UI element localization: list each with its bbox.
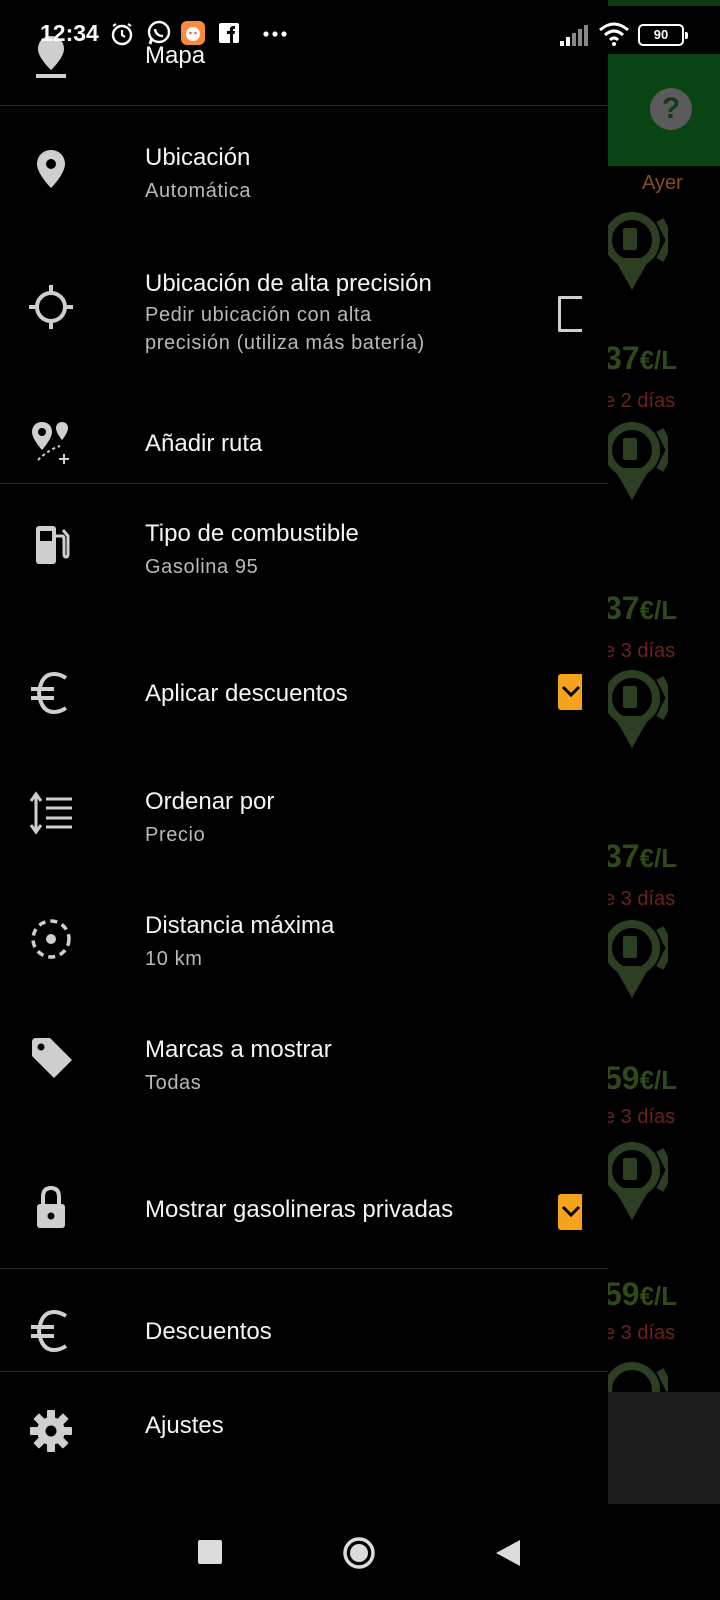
navigation-drawer: Mapa Ubicación Automática Ubicación de a… (0, 0, 608, 1504)
bg-price: 37€/L (604, 838, 678, 874)
signal-icon (560, 25, 588, 46)
bg-ago: e 3 días (604, 1322, 676, 1344)
drawer-item-fuel-type[interactable]: Tipo de combustible Gasolina 95 (0, 508, 608, 598)
drawer-item-location[interactable]: Ubicación Automática (0, 130, 608, 220)
fuel-station-pin-icon (604, 670, 668, 748)
drawer-item-add-route[interactable]: Añadir ruta (0, 410, 608, 480)
drawer-item-label: Aplicar descuentos (145, 680, 348, 707)
drawer-item-apply-discounts[interactable]: Aplicar descuentos (0, 658, 608, 728)
drawer-item-brands[interactable]: Marcas a mostrar Todas (0, 1024, 608, 1114)
apply-discounts-checkbox[interactable] (558, 674, 582, 710)
drawer-item-high-precision-location[interactable]: Ubicación de alta precisión Pedir ubicac… (0, 256, 608, 366)
home-button[interactable] (342, 1536, 376, 1570)
drawer-item-sort-by[interactable]: Ordenar por Precio (0, 776, 608, 866)
bg-app-header: ? (598, 54, 720, 166)
wifi-icon (599, 22, 629, 46)
show-private-stations-checkbox[interactable] (558, 1194, 582, 1230)
fuel-pump-icon (28, 522, 74, 568)
bg-ago: e 3 días (604, 888, 676, 910)
recents-button[interactable] (198, 1540, 222, 1564)
crosshair-icon (28, 284, 74, 330)
whatsapp-icon (147, 20, 171, 45)
drawer-item-label: Ubicación (145, 144, 251, 171)
fuel-station-pin-icon (604, 1362, 668, 1394)
sort-icon (28, 790, 74, 836)
euro-icon (28, 670, 74, 716)
tag-icon (28, 1036, 74, 1082)
status-time: 12:34 (40, 20, 99, 46)
status-bar: 12:34 90 (0, 0, 720, 60)
drawer-item-description-line1: Pedir ubicación con alta (145, 304, 372, 326)
drawer-item-value: 10 km (145, 948, 203, 970)
bg-bottom-panel (598, 1392, 720, 1504)
drawer-item-label: Mostrar gasolineras privadas (145, 1196, 454, 1223)
fuel-station-pin-icon (604, 1142, 668, 1220)
back-button[interactable] (494, 1538, 522, 1568)
location-pin-icon (28, 146, 74, 192)
fuel-station-pin-icon (604, 212, 668, 290)
divider (0, 483, 608, 484)
lock-icon (28, 1184, 74, 1230)
drawer-item-value: Todas (145, 1072, 202, 1094)
divider (0, 1371, 608, 1372)
drawer-item-show-private-stations[interactable]: Mostrar gasolineras privadas (0, 1174, 608, 1244)
drawer-item-value: Automática (145, 180, 252, 202)
divider (0, 105, 608, 106)
drawer-item-description-line2: precisión (utiliza más batería) (145, 332, 425, 354)
bg-ago: e 3 días (604, 640, 676, 662)
help-icon[interactable]: ? (650, 88, 692, 130)
drawer-item-label: Tipo de combustible (145, 520, 359, 547)
drawer-item-label: Ubicación de alta precisión (145, 270, 432, 297)
drawer-item-value: Gasolina 95 (145, 556, 259, 578)
battery-icon: 90 (638, 24, 688, 46)
gear-icon (28, 1408, 74, 1454)
high-precision-checkbox[interactable] (558, 296, 582, 332)
fuel-station-pin-icon (604, 422, 668, 500)
alarm-icon (111, 23, 133, 46)
more-icon (263, 31, 287, 37)
drawer-item-label: Marcas a mostrar (145, 1036, 332, 1063)
drawer-item-max-distance[interactable]: Distancia máxima 10 km (0, 900, 608, 990)
euro-icon (28, 1308, 74, 1354)
drawer-item-value: Precio (145, 824, 206, 846)
drawer-item-settings[interactable]: Ajustes (0, 1396, 608, 1476)
drawer-item-label: Añadir ruta (145, 430, 263, 457)
drawer-item-label: Ordenar por (145, 788, 275, 815)
app-icon (181, 21, 205, 45)
bg-ago: e 3 días (604, 1106, 676, 1128)
drawer-item-discounts[interactable]: Descuentos (0, 1296, 608, 1370)
bg-price: 37€/L (604, 340, 678, 376)
bg-yesterday-label: Ayer (642, 172, 683, 194)
system-navigation-bar (0, 1504, 720, 1600)
drawer-item-label: Distancia máxima (145, 912, 335, 939)
radius-icon (28, 916, 74, 962)
facebook-icon (219, 23, 239, 43)
bg-ago: e 2 días (604, 390, 676, 412)
add-route-icon (28, 420, 74, 466)
drawer-item-label: Ajustes (145, 1412, 224, 1439)
bg-price: 59€/L (604, 1060, 678, 1096)
fuel-station-pin-icon (604, 920, 668, 998)
bg-price: 37€/L (604, 590, 678, 626)
bg-price: 59€/L (604, 1276, 678, 1312)
drawer-item-label: Descuentos (145, 1318, 272, 1345)
divider (0, 1268, 608, 1269)
